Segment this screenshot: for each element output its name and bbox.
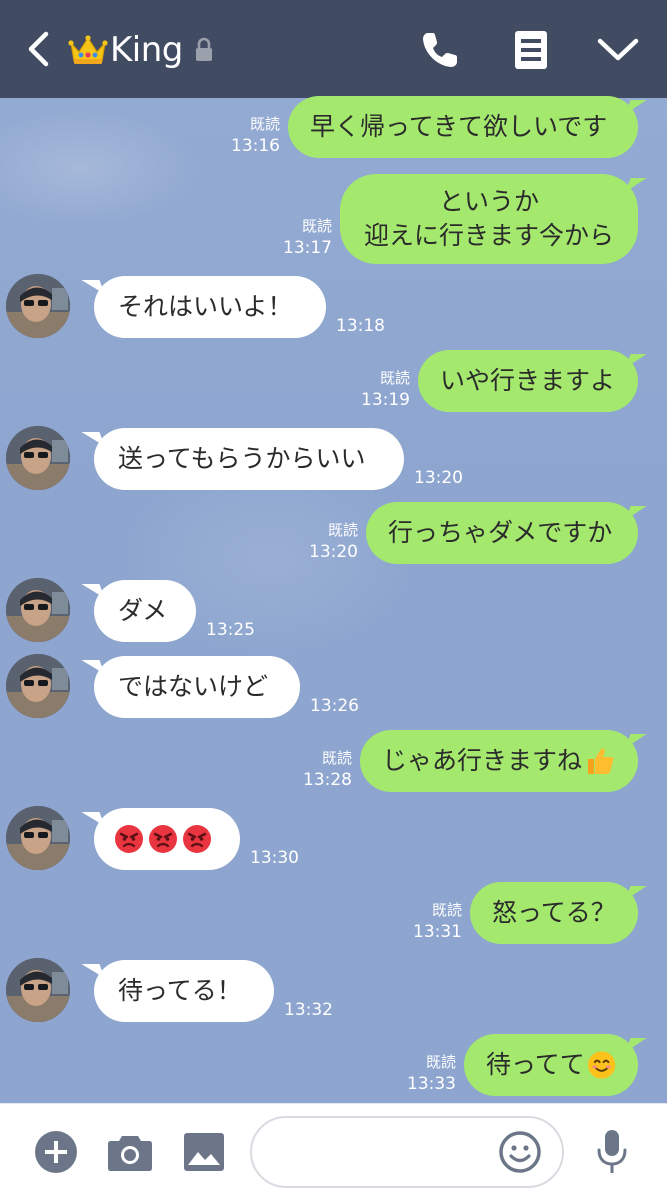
microphone-icon xyxy=(597,1130,627,1173)
chevron-left-icon xyxy=(28,31,49,67)
avatar[interactable] xyxy=(6,578,70,642)
phone-icon xyxy=(423,33,457,67)
contact-name: King xyxy=(110,30,183,70)
message-meta: 既読 13:19 xyxy=(360,367,410,411)
message-meta: 既読 13:16 xyxy=(230,113,280,157)
avatar[interactable] xyxy=(6,958,70,1022)
message-time: 13:20 xyxy=(309,542,358,562)
notes-button[interactable] xyxy=(505,24,557,76)
angry-face-icon xyxy=(183,825,211,853)
message-text: ではないけど xyxy=(118,672,269,701)
chevron-down-icon xyxy=(597,38,639,61)
read-receipt: 既読 xyxy=(249,115,280,133)
read-receipt: 既読 xyxy=(431,901,462,919)
incoming-message[interactable]: それはいいよ！ xyxy=(94,276,326,338)
crown-icon xyxy=(68,35,108,64)
outgoing-message[interactable]: 待ってて xyxy=(464,1034,638,1096)
message-time: 13:17 xyxy=(283,238,332,258)
message-time: 13:28 xyxy=(303,770,352,790)
outgoing-message[interactable]: 早く帰ってきて欲しいです xyxy=(288,96,638,158)
message-text: じゃあ行きますね xyxy=(382,746,583,775)
image-button[interactable] xyxy=(180,1128,228,1176)
chat-title[interactable]: King xyxy=(68,30,215,70)
message-text: 送ってもらうからいい xyxy=(118,444,366,473)
profile-photo xyxy=(6,274,70,338)
read-receipt: 既読 xyxy=(301,217,332,235)
message-meta: 既読 13:28 xyxy=(302,747,352,791)
message-meta: 既読 13:20 xyxy=(308,519,358,563)
message-meta: 既読 13:33 xyxy=(406,1051,456,1095)
angry-face-icon xyxy=(149,825,177,853)
emoji-button[interactable] xyxy=(496,1128,544,1176)
message-time: 13:31 xyxy=(413,922,462,942)
profile-photo xyxy=(6,654,70,718)
message-text: ダメ xyxy=(118,596,168,625)
message-time: 13:32 xyxy=(284,1000,333,1020)
menu-toggle-button[interactable] xyxy=(592,24,644,76)
add-button[interactable] xyxy=(32,1128,80,1176)
outgoing-message[interactable]: いや行きますよ xyxy=(418,350,638,412)
incoming-message[interactable] xyxy=(94,808,240,870)
angry-face-icon xyxy=(115,825,143,853)
camera-button[interactable] xyxy=(106,1128,154,1176)
back-button[interactable] xyxy=(18,26,58,72)
avatar[interactable] xyxy=(6,274,70,338)
read-receipt: 既読 xyxy=(379,369,410,387)
message-text-line: というか xyxy=(438,187,539,216)
lock-icon xyxy=(195,37,212,61)
message-time: 13:33 xyxy=(407,1074,456,1094)
smiley-icon xyxy=(499,1131,541,1173)
outgoing-message[interactable]: 怒ってる？ xyxy=(470,882,638,944)
smiling-face-icon xyxy=(587,1051,616,1079)
profile-photo xyxy=(6,806,70,870)
message-time: 13:25 xyxy=(206,620,255,640)
profile-photo xyxy=(6,958,70,1022)
image-icon xyxy=(184,1133,224,1171)
message-meta: 既読 13:17 xyxy=(282,215,332,259)
incoming-message[interactable]: 送ってもらうからいい xyxy=(94,428,404,490)
outgoing-message[interactable]: じゃあ行きますね xyxy=(360,730,638,792)
background-cloud xyxy=(0,108,200,228)
message-time: 13:19 xyxy=(361,390,410,410)
plus-icon xyxy=(35,1131,77,1173)
incoming-message[interactable]: ではないけど xyxy=(94,656,300,718)
outgoing-message[interactable]: というか 迎えに行きます今から xyxy=(340,174,638,264)
thumbs-up-icon xyxy=(588,748,614,774)
message-time: 13:20 xyxy=(414,468,463,488)
avatar[interactable] xyxy=(6,426,70,490)
incoming-message[interactable]: 待ってる！ xyxy=(94,960,274,1022)
message-text-line: 迎えに行きます今から xyxy=(363,221,614,250)
message-text: 怒ってる？ xyxy=(492,898,616,927)
message-time: 13:18 xyxy=(336,316,385,336)
message-text: 待ってて xyxy=(486,1050,585,1079)
message-meta: 既読 13:31 xyxy=(412,899,462,943)
message-time: 13:26 xyxy=(310,696,359,716)
read-receipt: 既読 xyxy=(425,1053,456,1071)
message-text: いや行きますよ xyxy=(440,366,616,395)
message-text: 早く帰ってきて欲しいです xyxy=(310,112,608,141)
message-text: それはいいよ！ xyxy=(118,292,293,321)
profile-photo xyxy=(6,426,70,490)
message-text: 待ってる！ xyxy=(118,976,242,1005)
chat-header: King xyxy=(0,0,667,98)
profile-photo xyxy=(6,578,70,642)
camera-icon xyxy=(108,1136,152,1171)
notes-icon xyxy=(515,31,547,69)
voice-button[interactable] xyxy=(588,1128,636,1176)
avatar[interactable] xyxy=(6,806,70,870)
message-time: 13:30 xyxy=(250,848,299,868)
avatar[interactable] xyxy=(6,654,70,718)
outgoing-message[interactable]: 行っちゃダメですか xyxy=(366,502,638,564)
message-time: 13:16 xyxy=(231,136,280,156)
read-receipt: 既読 xyxy=(321,749,352,767)
incoming-message[interactable]: ダメ xyxy=(94,580,196,642)
message-text: 行っちゃダメですか xyxy=(388,518,613,547)
call-button[interactable] xyxy=(414,24,466,76)
read-receipt: 既読 xyxy=(327,521,358,539)
